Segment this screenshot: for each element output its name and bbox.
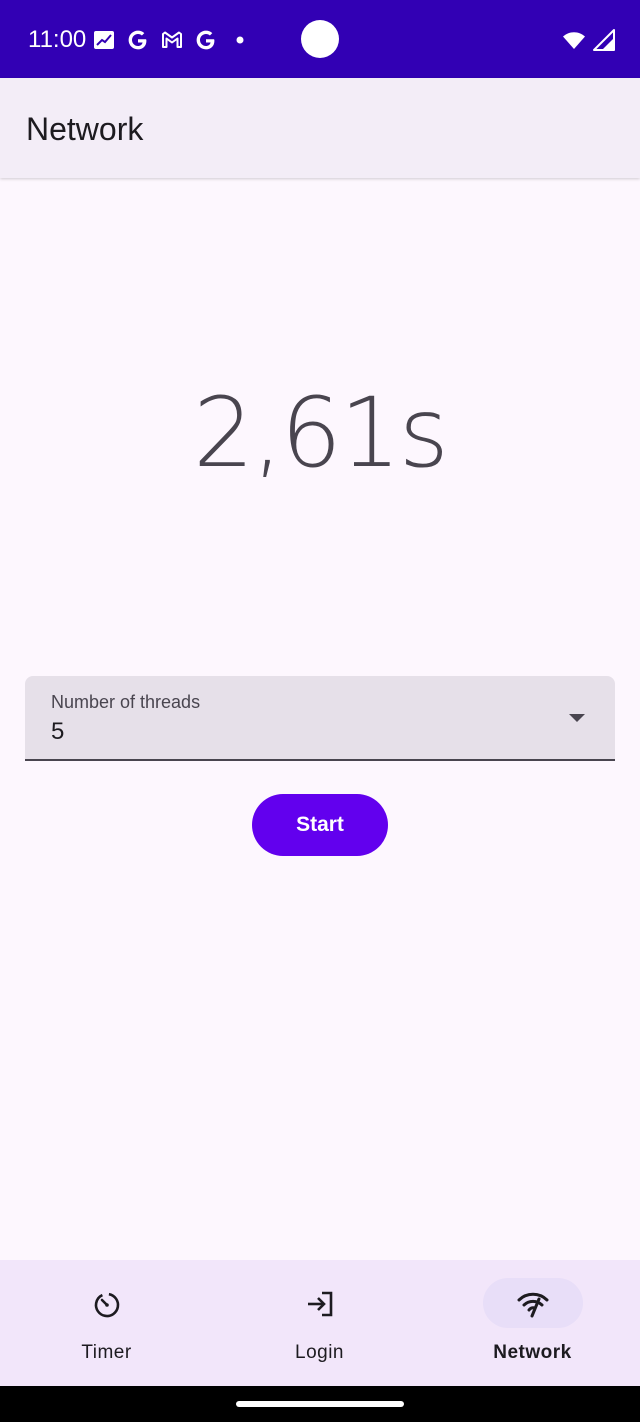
dot-icon	[236, 36, 244, 44]
network-check-icon	[517, 1292, 548, 1318]
login-icon	[307, 1291, 332, 1317]
nav-item-network[interactable]: Network	[426, 1260, 639, 1386]
system-icons	[562, 28, 616, 52]
gesture-handle[interactable]	[236, 1401, 404, 1407]
start-button[interactable]: Start	[252, 794, 388, 856]
nav-label-network: Network	[493, 1342, 572, 1363]
google-icon	[128, 30, 147, 50]
bottom-navigation: Timer Login Network	[0, 1260, 640, 1386]
timer-icon	[94, 1292, 119, 1318]
system-gesture-bar	[0, 1386, 640, 1422]
google-icon	[196, 30, 215, 50]
signal-icon	[593, 29, 615, 51]
gmail-icon	[162, 31, 182, 48]
camera-cutout	[301, 20, 339, 58]
page-title: Network	[26, 111, 144, 147]
stocks-icon	[94, 31, 114, 49]
status-bar: 11:00	[0, 0, 640, 78]
nav-item-login[interactable]: Login	[213, 1260, 426, 1386]
threads-dropdown[interactable]: Number of threads 5	[25, 676, 615, 761]
threads-field-value: 5	[51, 718, 65, 745]
wifi-icon	[563, 32, 585, 49]
top-app-bar: Network	[0, 78, 640, 178]
nav-item-timer[interactable]: Timer	[0, 1260, 213, 1386]
nav-label-login: Login	[295, 1342, 344, 1363]
notification-icons	[92, 28, 252, 52]
status-time: 11:00	[28, 26, 87, 53]
nav-label-timer: Timer	[81, 1342, 132, 1363]
dropdown-arrow-icon[interactable]	[569, 714, 585, 722]
elapsed-time-display: 2,61s	[193, 377, 449, 489]
threads-field-label: Number of threads	[51, 692, 201, 712]
